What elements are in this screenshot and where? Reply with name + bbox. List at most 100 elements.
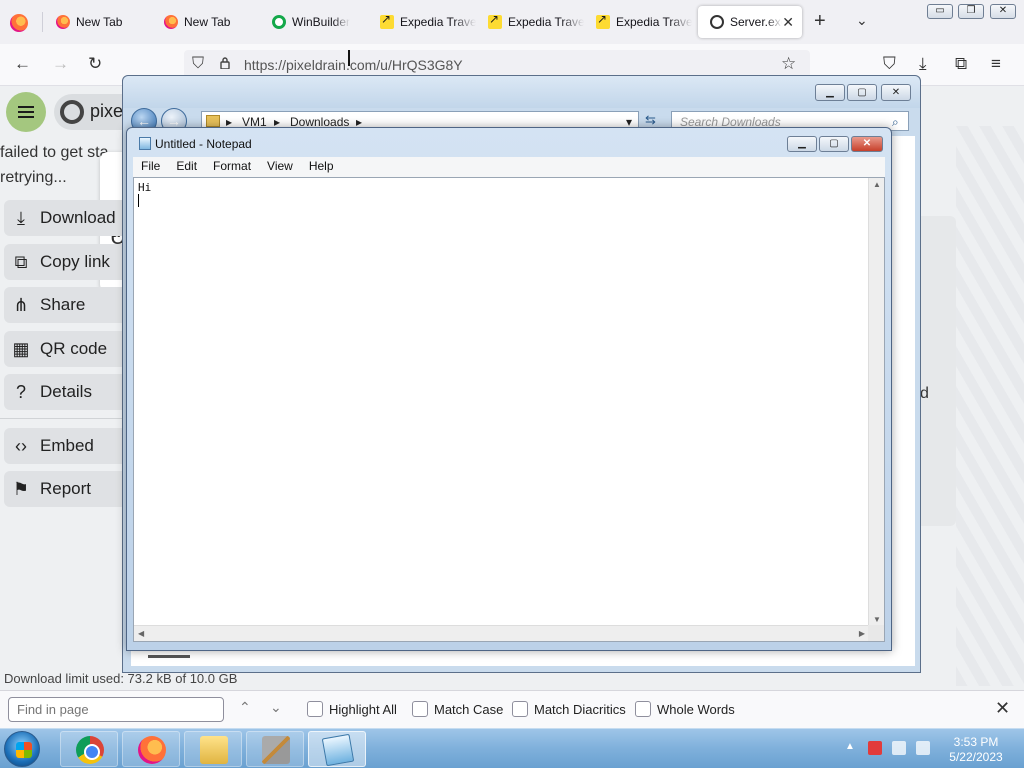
window-close-button[interactable]: ✕: [990, 4, 1016, 19]
tab-winbuilder[interactable]: WinBuilder: [260, 6, 368, 38]
find-input-wrapper[interactable]: [8, 697, 224, 722]
tools-icon: [262, 736, 290, 764]
app-menu-hamburger-icon[interactable]: ≡: [991, 54, 1001, 74]
flag-icon: ⚑: [12, 478, 30, 499]
tab-expedia-1[interactable]: Expedia Travel: [368, 6, 476, 38]
network-icon[interactable]: [892, 741, 906, 755]
right-panel-text: d: [920, 385, 929, 402]
back-arrow-icon[interactable]: ←: [14, 54, 31, 74]
taskbar-tools[interactable]: [246, 731, 304, 767]
clock-date[interactable]: 5/22/2023: [944, 750, 1008, 764]
whole-words-checkbox[interactable]: Whole Words: [635, 701, 735, 717]
tab-server-exe[interactable]: Server.exe ✕: [698, 6, 802, 38]
notepad-window[interactable]: Untitled - Notepad ▁ ▢ ✕ File Edit Forma…: [126, 127, 892, 651]
text-caret: [138, 194, 139, 207]
tracking-shield-icon[interactable]: ⛉: [192, 55, 204, 73]
refresh-icon[interactable]: ⇆: [645, 112, 656, 128]
bookmark-star-icon[interactable]: ☆: [781, 54, 796, 74]
match-case-checkbox[interactable]: Match Case: [412, 701, 503, 717]
explorer-minimize-button[interactable]: ▁: [815, 84, 845, 101]
notepad-text-area[interactable]: Hi ▲ ▼ ◀ ▶: [133, 177, 885, 642]
tab-expedia-2[interactable]: Expedia Travel: [476, 6, 584, 38]
menu-edit[interactable]: Edit: [168, 157, 205, 177]
window-restore-button[interactable]: ❐: [958, 4, 984, 19]
expedia-icon: [380, 12, 394, 29]
taskbar-firefox[interactable]: [122, 731, 180, 767]
status-message: failed to get sta retrying...: [0, 140, 109, 190]
tab-new-tab-1[interactable]: New Tab: [44, 6, 152, 38]
tab-label: New Tab: [184, 15, 231, 29]
help-circle-icon: ?: [15, 381, 26, 402]
firefox-view-icon[interactable]: [10, 14, 28, 32]
resize-grip[interactable]: [868, 625, 884, 641]
explorer-maximize-button[interactable]: ▢: [847, 84, 877, 101]
close-tab-icon[interactable]: ✕: [782, 14, 794, 31]
scroll-left-arrow-icon[interactable]: ◀: [138, 629, 144, 638]
window-minimize-button[interactable]: ▭: [927, 4, 953, 19]
menu-help[interactable]: Help: [301, 157, 342, 177]
lock-icon[interactable]: [220, 57, 230, 69]
find-previous-icon[interactable]: ⌃: [239, 699, 251, 716]
flag-alert-icon[interactable]: [868, 741, 882, 755]
scroll-right-arrow-icon[interactable]: ▶: [859, 629, 865, 638]
menu-format[interactable]: Format: [205, 157, 259, 177]
find-in-page-input[interactable]: [9, 698, 223, 721]
menu-bar-line: [18, 106, 34, 108]
notepad-minimize-button[interactable]: ▁: [787, 136, 817, 152]
forward-arrow-icon[interactable]: →: [52, 54, 69, 74]
highlight-all-checkbox[interactable]: Highlight All: [307, 701, 397, 717]
clock-time[interactable]: 3:53 PM: [946, 734, 1006, 750]
taskbar-chrome[interactable]: [60, 731, 118, 767]
code-icon: ‹›: [15, 435, 27, 456]
taskbar-notepad[interactable]: [308, 731, 366, 767]
explorer-title-bar[interactable]: [123, 76, 920, 108]
new-tab-plus-icon[interactable]: +: [814, 10, 826, 33]
firefox-icon: [164, 15, 178, 29]
notepad-icon: [321, 733, 355, 767]
tab-separator: [42, 12, 43, 32]
volume-muted-icon[interactable]: [916, 741, 930, 755]
checkbox-label: Match Diacritics: [534, 701, 626, 717]
find-next-icon[interactable]: ⌄: [270, 699, 282, 716]
button-label: Copy link: [40, 252, 110, 271]
status-line: failed to get sta: [0, 144, 109, 161]
scroll-down-arrow-icon[interactable]: ▼: [873, 615, 881, 624]
notepad-close-button[interactable]: ✕: [851, 136, 883, 152]
taskbar-explorer[interactable]: [184, 731, 242, 767]
horizontal-scrollbar[interactable]: ◀ ▶: [134, 625, 869, 641]
close-find-bar-icon[interactable]: ✕: [995, 698, 1010, 719]
checkbox-box[interactable]: [307, 701, 323, 717]
copy-icon: ⧉: [14, 251, 28, 272]
match-diacritics-checkbox[interactable]: Match Diacritics: [512, 701, 626, 717]
reload-icon[interactable]: ↻: [88, 54, 102, 74]
pixeldrain-menu-button[interactable]: [6, 92, 46, 132]
qr-code-icon: ▦: [12, 338, 30, 359]
notepad-content: Hi: [138, 181, 152, 194]
menu-bar-line: [18, 116, 34, 118]
pocket-icon[interactable]: ⛉: [883, 54, 896, 74]
button-label: Download: [40, 208, 116, 227]
list-all-tabs-chevron-icon[interactable]: ⌄: [856, 12, 868, 29]
notepad-title: Untitled - Notepad: [155, 137, 252, 151]
start-button[interactable]: [4, 731, 40, 767]
show-hidden-icons-icon[interactable]: ▲: [845, 741, 855, 752]
extensions-icon[interactable]: ⧉: [955, 54, 967, 74]
vertical-scrollbar[interactable]: ▲ ▼: [868, 178, 884, 626]
scroll-up-arrow-icon[interactable]: ▲: [873, 180, 881, 189]
notepad-maximize-button[interactable]: ▢: [819, 136, 849, 152]
downloads-icon[interactable]: ⤓: [919, 54, 927, 74]
tab-expedia-3[interactable]: Expedia Travel: [584, 6, 692, 38]
pixeldrain-icon: [710, 15, 724, 29]
search-icon[interactable]: ⌕: [892, 115, 899, 130]
firefox-icon: [138, 736, 166, 764]
menu-file[interactable]: File: [133, 157, 168, 177]
checkbox-box[interactable]: [635, 701, 651, 717]
chrome-icon: [76, 736, 104, 764]
explorer-close-button[interactable]: ✕: [881, 84, 911, 101]
checkbox-label: Match Case: [434, 701, 504, 717]
tab-new-tab-2[interactable]: New Tab: [152, 6, 260, 38]
checkbox-box[interactable]: [412, 701, 428, 717]
menu-view[interactable]: View: [259, 157, 301, 177]
button-label: Embed: [40, 436, 94, 455]
checkbox-box[interactable]: [512, 701, 528, 717]
